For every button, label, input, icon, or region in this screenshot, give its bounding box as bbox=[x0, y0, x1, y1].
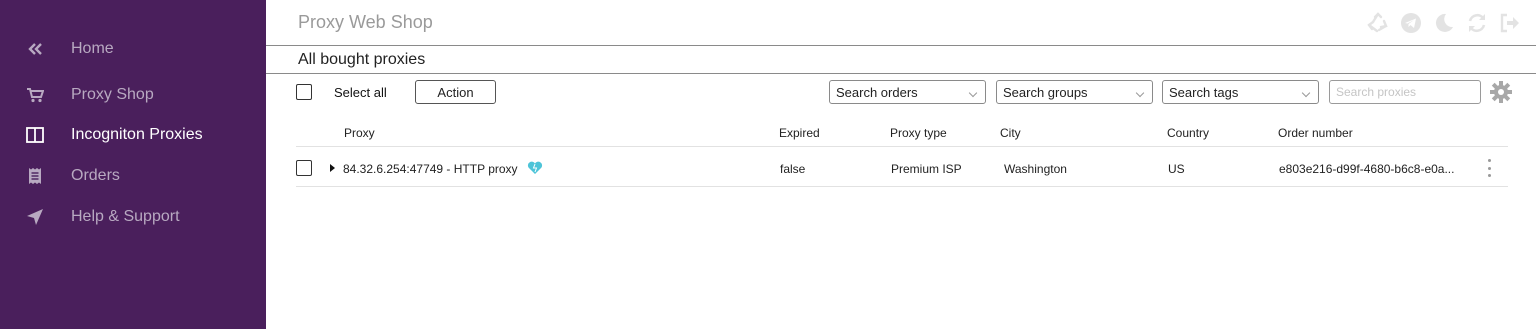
columns-icon bbox=[25, 125, 45, 145]
app-title: Proxy Web Shop bbox=[298, 12, 433, 32]
search-orders-dropdown[interactable]: Search orders bbox=[829, 80, 986, 104]
expand-triangle-icon[interactable] bbox=[330, 164, 335, 172]
cell-order-number: e803e216-d99f-4680-b6c8-e0a... bbox=[1279, 162, 1455, 176]
receipt-icon bbox=[25, 166, 45, 186]
sidebar-item-label: Incogniton Proxies bbox=[71, 126, 203, 143]
column-header-city[interactable]: City bbox=[1000, 126, 1021, 140]
sidebar: Home Proxy Shop Incogniton Proxies Order… bbox=[0, 0, 266, 329]
search-proxies-input[interactable] bbox=[1329, 80, 1481, 104]
select-all-checkbox[interactable] bbox=[296, 84, 312, 100]
table-row[interactable]: 84.32.6.254:47749 - HTTP proxy false Pre… bbox=[296, 148, 1508, 187]
chevron-down-icon bbox=[1135, 88, 1145, 98]
chevron-down-icon bbox=[1301, 88, 1311, 98]
sidebar-item-incogniton-proxies[interactable]: Incogniton Proxies bbox=[0, 117, 266, 153]
recycle-icon[interactable] bbox=[1366, 11, 1390, 35]
sidebar-item-orders[interactable]: Orders bbox=[0, 158, 266, 194]
chevron-down-icon bbox=[968, 88, 978, 98]
table-header: Proxy Expired Proxy type City Country Or… bbox=[296, 120, 1508, 147]
moon-icon[interactable] bbox=[1432, 11, 1456, 35]
sidebar-item-label: Home bbox=[71, 40, 114, 57]
gear-icon[interactable] bbox=[1489, 80, 1513, 104]
sidebar-item-proxy-shop[interactable]: Proxy Shop bbox=[0, 77, 266, 113]
logout-icon[interactable] bbox=[1498, 11, 1522, 35]
action-button[interactable]: Action bbox=[415, 80, 496, 104]
select-all-label: Select all bbox=[334, 85, 387, 100]
refresh-icon[interactable] bbox=[1465, 11, 1489, 35]
topbar: Proxy Web Shop bbox=[266, 0, 1536, 46]
paper-plane-icon bbox=[25, 207, 45, 227]
dropdown-label: Search orders bbox=[836, 85, 918, 100]
sidebar-item-help-support[interactable]: Help & Support bbox=[0, 199, 266, 235]
column-header-expired[interactable]: Expired bbox=[779, 126, 820, 140]
sidebar-item-label: Help & Support bbox=[71, 208, 180, 225]
sidebar-item-label: Orders bbox=[71, 167, 120, 184]
more-options-icon[interactable] bbox=[1485, 159, 1493, 177]
telegram-icon[interactable] bbox=[1399, 11, 1423, 35]
column-header-proxy[interactable]: Proxy bbox=[344, 126, 375, 140]
app-root: Home Proxy Shop Incogniton Proxies Order… bbox=[0, 0, 1536, 329]
dropdown-label: Search groups bbox=[1003, 85, 1088, 100]
row-checkbox[interactable] bbox=[296, 160, 312, 176]
sidebar-item-label: Proxy Shop bbox=[71, 86, 154, 103]
cell-proxy: 84.32.6.254:47749 - HTTP proxy bbox=[343, 162, 518, 176]
sidebar-item-home[interactable]: Home bbox=[0, 31, 266, 67]
cell-proxy-type: Premium ISP bbox=[891, 162, 962, 176]
main-content: Proxy Web Shop All bought proxies Select… bbox=[266, 0, 1536, 329]
cell-city: Washington bbox=[1004, 162, 1067, 176]
section-header: All bought proxies bbox=[266, 46, 1536, 74]
topbar-actions bbox=[1366, 11, 1522, 35]
search-groups-dropdown[interactable]: Search groups bbox=[996, 80, 1153, 104]
column-header-order-number[interactable]: Order number bbox=[1278, 126, 1353, 140]
search-tags-dropdown[interactable]: Search tags bbox=[1162, 80, 1319, 104]
heart-icon[interactable] bbox=[527, 161, 543, 175]
column-header-country[interactable]: Country bbox=[1167, 126, 1209, 140]
double-chevron-left-icon bbox=[25, 39, 45, 59]
cell-expired: false bbox=[780, 162, 806, 176]
section-title: All bought proxies bbox=[298, 51, 426, 68]
dropdown-label: Search tags bbox=[1169, 85, 1239, 100]
column-header-proxy-type[interactable]: Proxy type bbox=[890, 126, 947, 140]
toolbar: Select all Action Search orders Search g… bbox=[266, 74, 1536, 110]
cart-icon bbox=[25, 85, 45, 105]
cell-country: US bbox=[1168, 162, 1185, 176]
